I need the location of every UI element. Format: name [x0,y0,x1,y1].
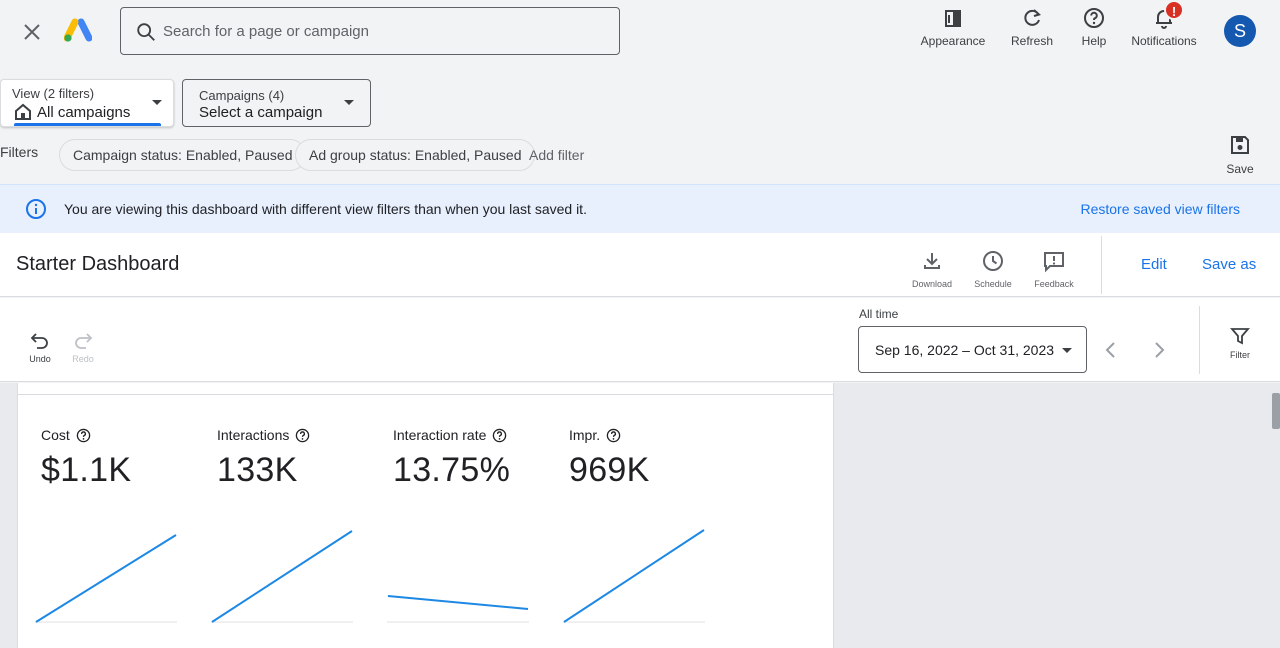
metric-impressions: Impr. 969K [569,427,729,490]
save-view-button[interactable]: Save [1222,134,1258,176]
clock-icon [983,251,1003,271]
campaign-count: Campaigns (4) [199,88,285,103]
search-icon [137,23,155,41]
save-icon [1231,136,1249,154]
divider [1199,306,1200,374]
info-banner: You are viewing this dashboard with diff… [0,184,1280,233]
search-input[interactable] [163,8,603,54]
metric-name: Impr. [569,427,601,443]
page-title: Starter Dashboard [16,253,180,275]
top-bar: Appearance Refresh Help ! Notifications … [0,0,1280,64]
metric-cost: Cost $1.1K [41,427,201,490]
metric-name: Interaction rate [393,427,487,443]
download-button[interactable]: Download [904,249,960,289]
feedback-button[interactable]: Feedback [1026,249,1082,289]
search-box[interactable] [120,7,620,55]
view-selector[interactable]: View (2 filters) All campaigns [0,79,174,127]
date-range-label: All time [859,307,899,321]
help-icon[interactable] [76,428,91,443]
chevron-down-icon [152,100,162,105]
chevron-left-icon[interactable] [1099,338,1123,362]
dashboard-header: Starter Dashboard Download Schedule Feed… [0,233,1280,297]
help-icon [1084,8,1104,28]
refresh-label: Refresh [1010,34,1054,48]
metric-name: Cost [41,427,70,443]
download-label: Download [911,279,953,289]
restore-filters-link[interactable]: Restore saved view filters [1080,201,1240,217]
sparkline-impressions [563,529,705,623]
download-icon [924,253,940,269]
redo-icon [75,333,93,349]
metric-value: 133K [217,451,298,489]
help-label: Help [1081,34,1107,48]
metric-interaction-rate: Interaction rate 13.75% [393,427,553,490]
refresh-icon [1024,9,1041,26]
redo-label: Redo [72,354,94,364]
chevron-down-icon [1062,348,1072,353]
appearance-label: Appearance [920,34,986,48]
appearance-button[interactable]: Appearance [918,6,988,54]
redo-button[interactable]: Redo [68,330,98,364]
metric-interactions: Interactions 133K [217,427,377,490]
feedback-icon [1044,252,1064,273]
add-filter-button[interactable]: Add filter [529,147,584,163]
help-icon[interactable] [295,428,310,443]
save-label: Save [1226,162,1254,176]
feedback-label: Feedback [1034,279,1074,289]
save-as-button[interactable]: Save as [1202,256,1256,273]
dashboard-toolbar: Undo Redo All time Sep 16, 2022 – Oct 31… [0,298,1280,382]
date-range-value: Sep 16, 2022 – Oct 31, 2023 [875,342,1055,358]
chevron-right-icon[interactable] [1147,338,1171,362]
close-icon[interactable] [20,20,44,44]
campaign-selector[interactable]: Campaigns (4) Select a campaign [182,79,371,127]
undo-button[interactable]: Undo [25,330,55,364]
sparkline-cost [35,534,177,623]
metric-value: 13.75% [393,451,511,489]
view-selected-value: All campaigns [37,104,131,121]
filter-icon [1230,328,1250,345]
home-icon [15,103,31,120]
sparkline-interaction-rate [387,595,529,623]
campaign-selected-value: Select a campaign [199,104,323,121]
edit-button[interactable]: Edit [1141,256,1167,273]
notification-badge: ! [1164,0,1184,20]
banner-message: You are viewing this dashboard with diff… [64,201,587,217]
filter-label: Filter [1230,350,1250,360]
help-icon[interactable] [492,428,507,443]
filter-chip-campaign-status[interactable]: Campaign status: Enabled, Paused [59,139,307,171]
dashboard-content: Cost $1.1K Interactions 133K Interaction… [0,383,1280,648]
filter-button[interactable]: Filter [1226,326,1254,360]
filter-chip-ad-group-status[interactable]: Ad group status: Enabled, Paused [295,139,536,171]
help-icon[interactable] [606,428,621,443]
avatar[interactable]: S [1224,15,1256,47]
divider [1101,236,1102,294]
metric-name: Interactions [217,427,290,443]
divider [18,394,833,395]
metric-value: 969K [569,451,650,489]
undo-label: Undo [29,354,51,364]
undo-icon [30,333,48,349]
scorecard-widget[interactable]: Cost $1.1K Interactions 133K Interaction… [17,383,834,648]
info-icon [26,199,46,219]
appearance-icon [945,10,961,27]
scrollbar-thumb[interactable] [1272,393,1280,429]
sparkline-interactions [211,530,353,623]
help-button[interactable]: Help [1074,6,1114,54]
schedule-label: Schedule [974,279,1012,289]
chevron-down-icon [344,100,354,105]
view-filter-count: View (2 filters) [12,86,95,101]
refresh-button[interactable]: Refresh [1008,6,1056,54]
date-range-picker[interactable]: Sep 16, 2022 – Oct 31, 2023 [858,326,1087,373]
notifications-label: Notifications [1131,34,1197,48]
notifications-button[interactable]: ! Notifications [1126,0,1202,54]
schedule-button[interactable]: Schedule [965,249,1021,289]
view-selector-underline [14,123,161,126]
filters-label: Filters [0,144,39,160]
google-ads-logo [64,18,92,42]
metric-value: $1.1K [41,451,132,489]
